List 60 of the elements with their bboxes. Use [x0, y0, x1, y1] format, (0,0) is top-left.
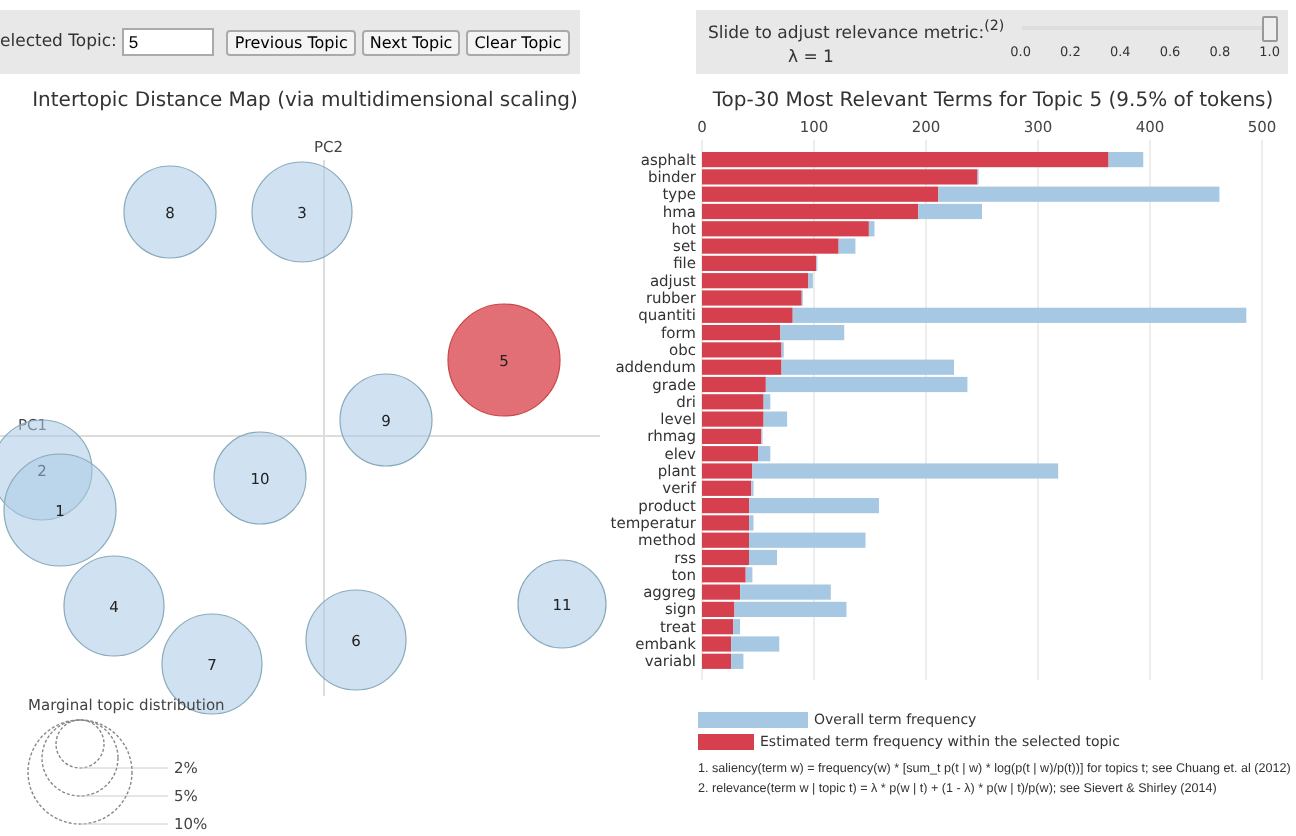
term-bar[interactable] — [702, 394, 764, 410]
term-bar[interactable] — [702, 619, 734, 635]
topic-circle[interactable] — [3, 453, 117, 567]
topic-circle[interactable] — [305, 589, 407, 691]
term-bar[interactable] — [702, 376, 766, 393]
term-bar[interactable] — [702, 273, 809, 289]
term-bar[interactable] — [702, 601, 735, 617]
term-bar[interactable] — [702, 152, 1109, 168]
slider-label: Slide to adjust relevance metric:$^{(2)}$ — [708, 15, 1005, 43]
term-bar[interactable] — [763, 394, 771, 410]
topic-circle[interactable] — [447, 303, 561, 417]
term-bar[interactable] — [702, 307, 793, 323]
term-bar[interactable] — [749, 549, 778, 566]
term-bar[interactable] — [702, 636, 732, 652]
map-title: Intertopic Distance Map (via multidimensional scaling) — [30, 90, 580, 112]
term-bar[interactable] — [702, 290, 802, 306]
term-bar[interactable] — [702, 584, 741, 600]
term-bar[interactable] — [1108, 152, 1144, 168]
term-bar[interactable] — [745, 567, 753, 583]
topic-button[interactable]: Next Topic — [361, 29, 461, 55]
topic-circle[interactable] — [63, 555, 165, 657]
term-bar[interactable] — [702, 359, 782, 375]
term-bar[interactable] — [702, 532, 750, 548]
topic-circle[interactable] — [339, 373, 433, 467]
term-bar[interactable] — [918, 203, 982, 220]
term-bar[interactable] — [702, 238, 839, 254]
legend-swatch — [698, 734, 754, 750]
topic-input[interactable]: 5 — [122, 28, 215, 56]
term-bar[interactable] — [702, 480, 752, 496]
term-bar[interactable] — [702, 255, 817, 271]
slider-thumb[interactable] — [1262, 15, 1278, 41]
topic-button[interactable]: Clear Topic — [466, 29, 570, 55]
term-bar[interactable] — [702, 186, 939, 202]
term-bar[interactable] — [702, 567, 746, 583]
topic-label: elected Topic: — [0, 32, 117, 52]
term-bar[interactable] — [702, 515, 750, 531]
term-bar[interactable] — [702, 549, 750, 566]
topic-circle[interactable] — [251, 161, 353, 263]
term-bar[interactable] — [702, 463, 753, 479]
topic-button[interactable]: Previous Topic — [226, 29, 356, 55]
term-bar[interactable] — [733, 619, 741, 635]
lambda-value: λ = 1 — [786, 48, 834, 69]
term-bar[interactable] — [702, 446, 758, 462]
term-bar[interactable] — [702, 411, 764, 427]
term-bar[interactable] — [702, 203, 919, 220]
term-bar[interactable] — [702, 221, 869, 237]
terms-title: Top-30 Most Relevant Terms for Topic 5 (9.5% of tokens) — [710, 90, 1276, 112]
term-bar[interactable] — [702, 325, 781, 341]
topic-circle[interactable] — [213, 431, 307, 525]
topic-circle[interactable] — [123, 165, 217, 259]
term-bar[interactable] — [702, 169, 978, 185]
term-bar[interactable] — [868, 221, 875, 237]
term-bar[interactable] — [702, 342, 782, 358]
term-bar[interactable] — [702, 653, 732, 669]
term-bar[interactable] — [702, 498, 750, 514]
topic-circle[interactable] — [517, 559, 607, 649]
term-bar[interactable] — [702, 428, 762, 444]
legend-swatch — [698, 712, 808, 728]
term-bar[interactable] — [763, 411, 788, 427]
term-bar[interactable] — [765, 376, 968, 393]
